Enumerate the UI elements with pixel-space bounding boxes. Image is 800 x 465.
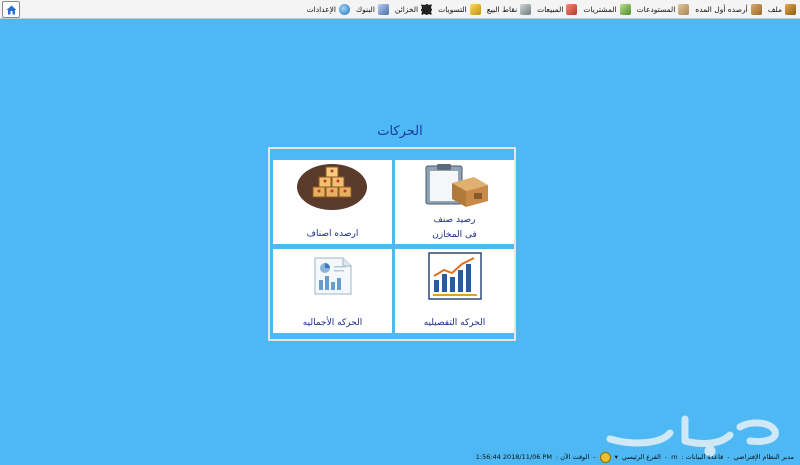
status-branch: الفرع الرئيسي — [621, 453, 661, 461]
status-db-value: m — [671, 453, 678, 461]
tile-label: ارصده اصناف — [306, 229, 359, 239]
movements-panel: رصيد صنف فى المخازن ارصده اصناف الحركه ا… — [268, 147, 516, 341]
tile-label-line1: رصيد صنف — [433, 215, 476, 225]
status-bar: مدير النظام الإفتراضي - قاعدة البيانات :… — [475, 451, 794, 463]
purchases-icon — [619, 3, 631, 15]
menu-item-file[interactable]: ملف — [768, 3, 796, 15]
summary-report-icon — [314, 257, 352, 295]
bank-icon — [377, 3, 389, 15]
tile-detailed-movement[interactable]: الحركه التفصيليه — [395, 249, 514, 333]
stacked-boxes-icon — [297, 164, 367, 210]
settings-globe-icon — [338, 3, 350, 15]
tile-total-movement[interactable]: الحركه الأجماليه — [273, 249, 392, 333]
clipboard-box-icon — [425, 164, 488, 207]
menu-item-opening-balances[interactable]: أرصده أول المده — [695, 3, 762, 15]
menu-item-sales[interactable]: المبيعات — [537, 3, 578, 15]
watermark-logo — [606, 415, 779, 457]
status-time-label: الوقت الآن : — [555, 453, 590, 461]
warehouse-icon — [678, 3, 690, 15]
menu-item-settings[interactable]: الإعدادات — [307, 3, 350, 15]
tile-label-line2: فى المخازن — [432, 230, 477, 240]
bar-chart-report-icon — [428, 252, 482, 300]
menu-item-purchases[interactable]: المشتريات — [583, 3, 631, 15]
cart-icon — [566, 3, 578, 15]
home-icon — [6, 5, 16, 14]
boxes-icon — [750, 3, 762, 15]
tile-label: الحركه التفصيليه — [423, 318, 486, 328]
menu-bar: ملف أرصده أول المده المستودعات المشتريات… — [0, 0, 800, 19]
home-button[interactable] — [2, 1, 20, 18]
status-time-value: 1:56:44 2018/11/06 PM — [475, 453, 552, 461]
menu-item-warehouses[interactable]: المستودعات — [637, 3, 690, 15]
user-icon — [599, 451, 611, 463]
tile-item-balance-in-stores[interactable]: رصيد صنف فى المخازن — [395, 160, 514, 244]
file-icon — [785, 3, 796, 15]
settlements-icon — [469, 3, 481, 15]
safe-icon — [421, 3, 433, 15]
tile-item-balances[interactable]: ارصده اصناف — [273, 160, 392, 244]
page-title: الحركات — [377, 124, 423, 139]
menu-item-pos[interactable]: نقاط البيع — [487, 3, 532, 15]
menu-item-settlements[interactable]: التسويات — [438, 3, 481, 15]
pos-icon — [520, 3, 532, 15]
menu-item-safes[interactable]: الخزائن — [395, 3, 433, 15]
tile-label: الحركه الأجماليه — [302, 318, 363, 328]
menu-item-banks[interactable]: البنوك — [356, 3, 389, 15]
status-user: مدير النظام الإفتراضي — [733, 453, 794, 461]
status-db-label: قاعدة البيانات : — [681, 453, 724, 461]
